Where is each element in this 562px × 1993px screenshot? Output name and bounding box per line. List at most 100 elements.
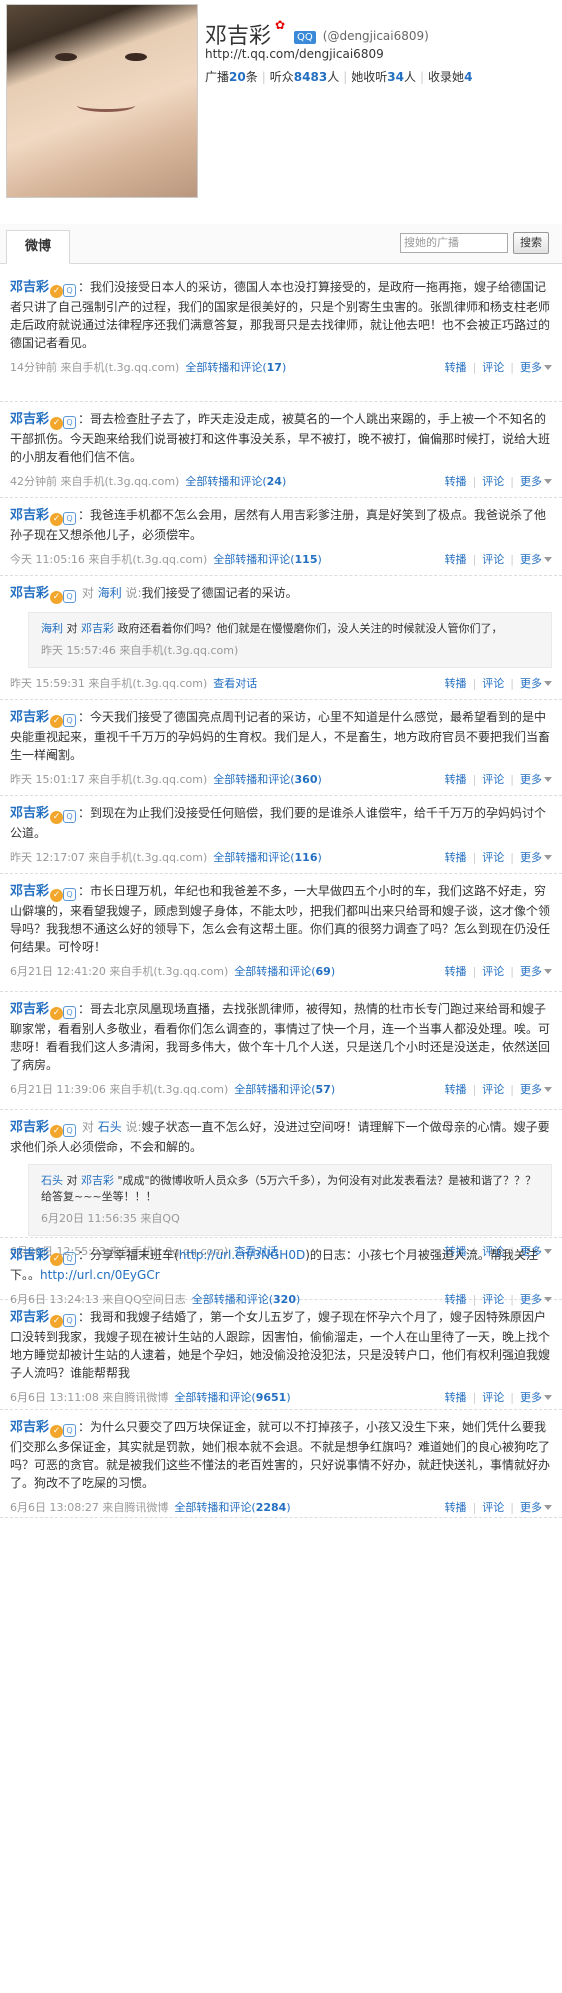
all-reposts-link[interactable]: 全部转播和评论(17) bbox=[185, 361, 286, 374]
post-author[interactable]: 邓吉彩 bbox=[10, 1248, 49, 1263]
quote-author[interactable]: 石头 bbox=[41, 1174, 63, 1187]
view-conversation-link[interactable]: 查看对话 bbox=[213, 677, 257, 690]
post-time[interactable]: 今天 11:05:16 bbox=[10, 553, 85, 566]
listen-count[interactable]: 8483 bbox=[294, 70, 327, 84]
avatar[interactable] bbox=[6, 4, 198, 198]
post-body: 邓吉彩 ✓ Q ：我爸连手机都不怎么会用，居然有人用吉彩爹注册，真是好笑到了极点。我爸… bbox=[10, 506, 552, 544]
repost-count: 17 bbox=[266, 361, 282, 374]
listen-unit: 人 bbox=[327, 70, 340, 84]
post-item: 邓吉彩 ✓ Q 对 石头 说:嫂子状态一直不怎么好，没进过空间呀！请理解下一个做母亲… bbox=[0, 1110, 562, 1258]
repost-button[interactable]: 转播 bbox=[445, 851, 467, 864]
quote-author[interactable]: 海利 bbox=[41, 622, 63, 635]
post-time[interactable]: 6月21日 12:41:20 bbox=[10, 965, 106, 978]
repost-button[interactable]: 转播 bbox=[445, 1501, 467, 1514]
comment-button[interactable]: 评论 bbox=[482, 851, 504, 864]
repost-button[interactable]: 转播 bbox=[445, 965, 467, 978]
more-button[interactable]: 更多 bbox=[520, 553, 552, 566]
tab-weibo[interactable]: 微博 bbox=[6, 230, 70, 264]
broadcast-label: 广播 bbox=[205, 70, 230, 84]
post-author[interactable]: 邓吉彩 bbox=[10, 1002, 49, 1017]
post-author[interactable]: 邓吉彩 bbox=[10, 710, 49, 725]
post-time[interactable]: 昨天 15:59:31 bbox=[10, 677, 85, 690]
quote-target[interactable]: 邓吉彩 bbox=[81, 1174, 114, 1187]
all-reposts-link[interactable]: 全部转播和评论(360) bbox=[213, 773, 322, 786]
repost-count: 360 bbox=[294, 773, 318, 786]
quote-text: "成成"的微博收听人员众多（5万六千多），为何没有对此发表看法？是被和谐了？？？… bbox=[41, 1174, 537, 1203]
profile-url[interactable]: http://t.qq.com/dengjicai6809 bbox=[205, 47, 384, 61]
search-button[interactable]: 搜索 bbox=[513, 232, 549, 254]
comment-button[interactable]: 评论 bbox=[482, 1083, 504, 1096]
more-button[interactable]: 更多 bbox=[520, 965, 552, 978]
post-body: 邓吉彩 ✓ Q 对 石头 说:嫂子状态一直不怎么好，没进过空间呀！请理解下一个做母亲… bbox=[10, 1118, 552, 1156]
post-author[interactable]: 邓吉彩 bbox=[10, 1420, 49, 1435]
comment-button[interactable]: 评论 bbox=[482, 475, 504, 488]
repost-count: 57 bbox=[315, 1083, 331, 1096]
post-author[interactable]: 邓吉彩 bbox=[10, 586, 49, 601]
post-time[interactable]: 昨天 12:17:07 bbox=[10, 851, 85, 864]
repost-button[interactable]: 转播 bbox=[445, 361, 467, 374]
all-reposts-link[interactable]: 全部转播和评论(57) bbox=[234, 1083, 335, 1096]
collect-count[interactable]: 4 bbox=[464, 70, 472, 84]
search-input[interactable]: 搜她的广播 bbox=[400, 233, 508, 253]
repost-count: 2284 bbox=[255, 1501, 287, 1514]
post-time[interactable]: 6月6日 13:11:08 bbox=[10, 1391, 99, 1404]
all-reposts-link[interactable]: 全部转播和评论(2284) bbox=[174, 1501, 290, 1514]
all-reposts-link[interactable]: 全部转播和评论(116) bbox=[213, 851, 322, 864]
more-button[interactable]: 更多 bbox=[520, 677, 552, 690]
more-button[interactable]: 更多 bbox=[520, 475, 552, 488]
comment-button[interactable]: 评论 bbox=[482, 1501, 504, 1514]
qq-icon: Q bbox=[63, 416, 77, 429]
comment-button[interactable]: 评论 bbox=[482, 773, 504, 786]
more-button[interactable]: 更多 bbox=[520, 773, 552, 786]
repost-button[interactable]: 转播 bbox=[445, 1391, 467, 1404]
repost-button[interactable]: 转播 bbox=[445, 553, 467, 566]
more-button[interactable]: 更多 bbox=[520, 1391, 552, 1404]
all-reposts-link[interactable]: 全部转播和评论(9651) bbox=[174, 1391, 290, 1404]
post-author[interactable]: 邓吉彩 bbox=[10, 280, 49, 295]
post-author[interactable]: 邓吉彩 bbox=[10, 508, 49, 523]
repost-button[interactable]: 转播 bbox=[445, 677, 467, 690]
comment-button[interactable]: 评论 bbox=[482, 1391, 504, 1404]
post-meta: 今天 11:05:16 来自手机(t.3g.qq.com) 全部转播和评论(115… bbox=[10, 552, 552, 568]
post-author[interactable]: 邓吉彩 bbox=[10, 884, 49, 899]
post-author[interactable]: 邓吉彩 bbox=[10, 1310, 49, 1325]
post-source: 来自手机(t.3g.qq.com) bbox=[60, 475, 180, 488]
post-time[interactable]: 6月21日 11:39:06 bbox=[10, 1083, 106, 1096]
post-time[interactable]: 42分钟前 bbox=[10, 475, 57, 488]
all-reposts-link[interactable]: 全部转播和评论(24) bbox=[185, 475, 286, 488]
comment-button[interactable]: 评论 bbox=[482, 553, 504, 566]
post-link-2[interactable]: http://url.cn/0EyGCr bbox=[40, 1268, 160, 1282]
to-label: 对 bbox=[81, 586, 94, 600]
more-button[interactable]: 更多 bbox=[520, 1501, 552, 1514]
quote-target[interactable]: 邓吉彩 bbox=[81, 622, 114, 635]
post-text: ：我哥和我嫂子结婚了，第一个女儿五岁了，嫂子现在怀孕六个月了，嫂子因特殊原因户口… bbox=[10, 1310, 551, 1380]
all-reposts-link[interactable]: 全部转播和评论(69) bbox=[234, 965, 335, 978]
post-author[interactable]: 邓吉彩 bbox=[10, 806, 49, 821]
comment-button[interactable]: 评论 bbox=[482, 677, 504, 690]
post-author[interactable]: 邓吉彩 bbox=[10, 412, 49, 427]
post-time[interactable]: 6月6日 13:08:27 bbox=[10, 1501, 99, 1514]
broadcast-count[interactable]: 20 bbox=[229, 70, 246, 84]
post-meta: 昨天 15:01:17 来自手机(t.3g.qq.com) 全部转播和评论(360… bbox=[10, 772, 552, 788]
all-reposts-link[interactable]: 全部转播和评论(115) bbox=[213, 553, 322, 566]
more-button[interactable]: 更多 bbox=[520, 361, 552, 374]
quote-time[interactable]: 昨天 15:57:46 bbox=[41, 644, 116, 657]
comment-button[interactable]: 评论 bbox=[482, 965, 504, 978]
post-time[interactable]: 14分钟前 bbox=[10, 361, 57, 374]
comment-button[interactable]: 评论 bbox=[482, 361, 504, 374]
reply-target[interactable]: 石头 bbox=[98, 1120, 122, 1134]
post-time[interactable]: 昨天 15:01:17 bbox=[10, 773, 85, 786]
repost-button[interactable]: 转播 bbox=[445, 773, 467, 786]
repost-button[interactable]: 转播 bbox=[445, 475, 467, 488]
repost-button[interactable]: 转播 bbox=[445, 1083, 467, 1096]
quoted-post: 海利 对 邓吉彩 政府还看着你们吗？他们就是在慢慢磨你们，没人关注的时候就没人管… bbox=[28, 612, 552, 668]
more-button[interactable]: 更多 bbox=[520, 1083, 552, 1096]
quote-time[interactable]: 6月20日 11:56:35 bbox=[41, 1212, 137, 1225]
heard-count[interactable]: 34 bbox=[387, 70, 404, 84]
chevron-down-icon bbox=[544, 1505, 552, 1510]
post-author[interactable]: 邓吉彩 bbox=[10, 1120, 49, 1135]
reply-target[interactable]: 海利 bbox=[98, 586, 122, 600]
post-link[interactable]: http://url.cn/3NGH0D bbox=[179, 1248, 306, 1262]
more-button[interactable]: 更多 bbox=[520, 851, 552, 864]
verified-icon: ✓ bbox=[50, 715, 64, 728]
